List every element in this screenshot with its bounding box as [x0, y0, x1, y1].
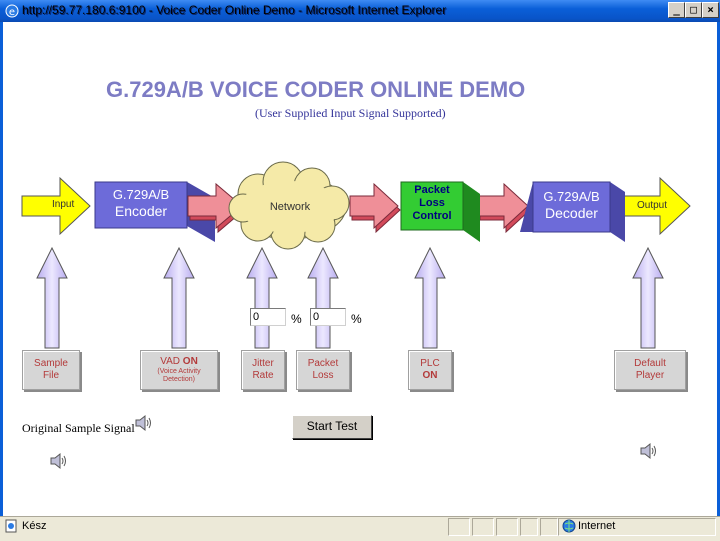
input-label: Input: [52, 199, 75, 210]
plc-button[interactable]: PLC ON: [408, 350, 452, 390]
packet-loss-input[interactable]: [310, 308, 346, 326]
status-panel: [496, 518, 518, 536]
start-test-button[interactable]: Start Test: [292, 415, 372, 439]
decoder-label-line2: Decoder: [545, 205, 598, 221]
status-panel: [520, 518, 538, 536]
jitter-rate-button[interactable]: Jitter Rate: [241, 350, 285, 390]
globe-icon: [562, 519, 576, 533]
coder-diagram: [21, 161, 691, 349]
encoder-label-line1: G.729A/B: [112, 187, 170, 202]
status-panel: [472, 518, 494, 536]
jitter-line1: Jitter: [252, 358, 274, 369]
plc-label: Packet Loss Control: [401, 184, 463, 223]
encoder-label-line2: Encoder: [114, 203, 168, 219]
speaker-icon[interactable]: [134, 414, 154, 432]
encoder-label: G.729A/B Encoder: [95, 186, 187, 220]
player-line1: Default: [634, 358, 666, 369]
sample-file-line2: File: [42, 370, 60, 381]
decoder-label: G.729A/B Decoder: [533, 188, 610, 222]
packet-loss-line2: Loss: [312, 370, 334, 381]
plc-label-line3: Control: [412, 210, 452, 222]
vad-button[interactable]: VAD ON (Voice Activity Detection): [140, 350, 218, 390]
up-arrow-sample: [36, 246, 68, 349]
up-arrow-player: [632, 246, 664, 349]
plc-label-line2: Loss: [419, 197, 445, 209]
up-arrow-vad: [163, 246, 195, 349]
status-panel: [448, 518, 470, 536]
original-sample-label: Original Sample Signal: [22, 421, 135, 435]
packet-loss-line1: Packet: [307, 358, 339, 369]
decoded-audio-speaker-icon[interactable]: [638, 441, 660, 461]
loss-percent-label: %: [351, 312, 362, 326]
jitter-percent-label: %: [291, 312, 302, 326]
vad-description-line2: Detection): [163, 376, 195, 383]
status-text: Kész: [22, 520, 47, 532]
plc-label-line1: Packet: [414, 184, 450, 196]
packet-loss-button[interactable]: Packet Loss: [296, 350, 350, 390]
plc-line2: ON: [422, 370, 438, 381]
page-icon: [5, 519, 17, 533]
vad-state: ON: [182, 356, 198, 367]
plc-line1: PLC: [420, 358, 440, 369]
player-line2: Player: [635, 370, 665, 381]
up-arrow-jitter: [246, 246, 278, 349]
default-player-button[interactable]: Default Player: [614, 350, 686, 390]
network-label: Network: [269, 201, 311, 213]
output-label: Output: [637, 200, 668, 211]
sample-file-line1: Sample: [34, 358, 68, 369]
decoder-label-line1: G.729A/B: [543, 189, 600, 204]
security-zone-text: Internet: [578, 520, 616, 532]
status-panel: [540, 518, 558, 536]
up-arrow-loss: [307, 246, 339, 349]
sample-file-button[interactable]: Sample File: [22, 350, 80, 390]
up-arrow-plc: [414, 246, 446, 349]
original-audio-speaker-icon[interactable]: [48, 451, 70, 471]
vad-label: VAD: [160, 356, 183, 367]
vad-description-line1: (Voice Activity: [157, 368, 201, 375]
jitter-line2: Rate: [252, 370, 274, 381]
jitter-rate-input[interactable]: [250, 308, 286, 326]
